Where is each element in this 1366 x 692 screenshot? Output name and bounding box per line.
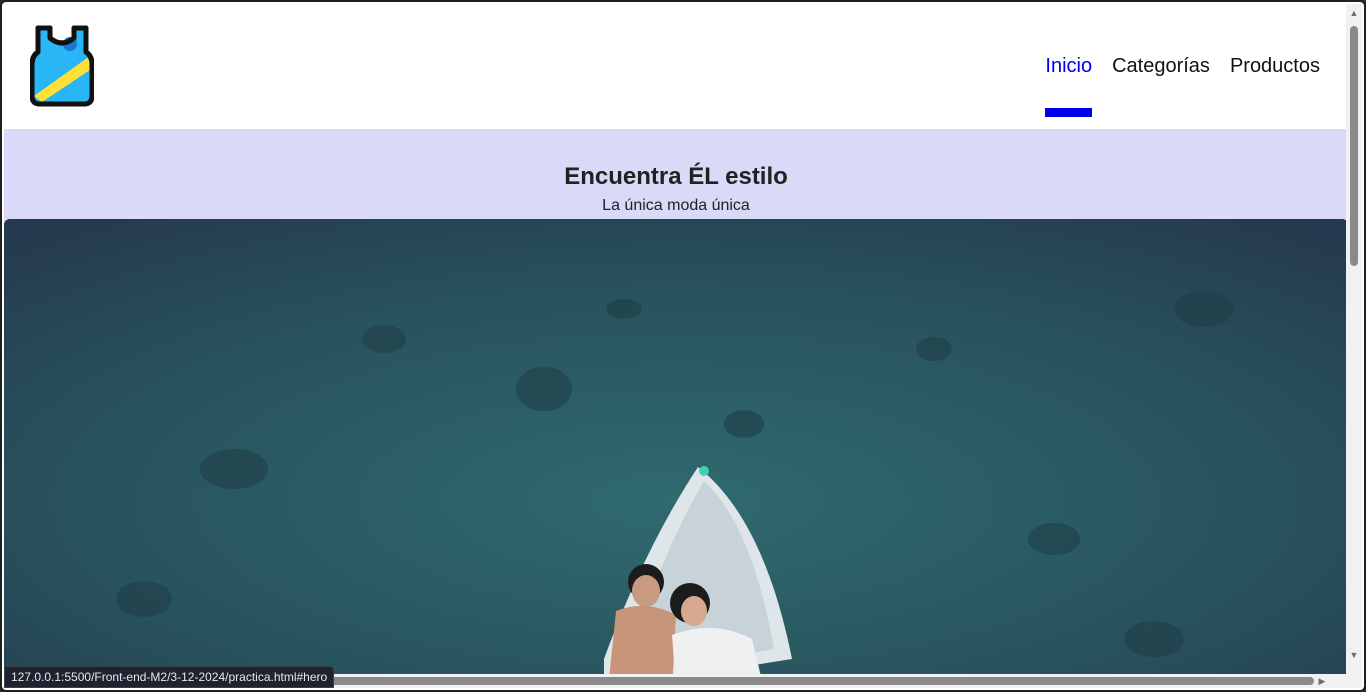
nav-item-label: Categorías — [1112, 55, 1210, 77]
status-bar-url: 127.0.0.1:5500/Front-end-M2/3-12-2024/pr… — [4, 666, 335, 688]
scroll-down-icon[interactable]: ▼ — [1346, 648, 1362, 662]
main-nav: Inicio Categorías Productos — [1035, 54, 1330, 117]
vertical-scrollbar[interactable]: ▲ ▼ — [1346, 4, 1362, 678]
vertical-scroll-thumb[interactable] — [1350, 26, 1358, 266]
scroll-up-icon[interactable]: ▲ — [1346, 6, 1362, 20]
nav-item-label: Inicio — [1045, 55, 1093, 77]
hero-subtitle: La única moda única — [602, 197, 750, 214]
scrollbar-corner — [1346, 674, 1362, 688]
hero-section: Encuentra ÉL estilo La única moda única — [4, 129, 1348, 229]
tank-top-icon[interactable] — [29, 22, 95, 108]
nav-item-productos[interactable]: Productos — [1220, 54, 1330, 78]
site-header: Inicio Categorías Productos — [4, 4, 1348, 129]
nav-item-label: Productos — [1229, 55, 1320, 77]
active-nav-indicator — [1045, 108, 1093, 117]
page-viewport: Inicio Categorías Productos Encuentra ÉL… — [4, 4, 1348, 678]
browser-window: Inicio Categorías Productos Encuentra ÉL… — [0, 0, 1366, 692]
hero-title: Encuentra ÉL estilo — [564, 163, 788, 190]
hero-image — [4, 219, 1348, 678]
nav-item-inicio[interactable]: Inicio — [1035, 54, 1102, 117]
nav-item-categorias[interactable]: Categorías — [1102, 54, 1220, 78]
scroll-right-icon[interactable]: ▶ — [1314, 674, 1330, 688]
